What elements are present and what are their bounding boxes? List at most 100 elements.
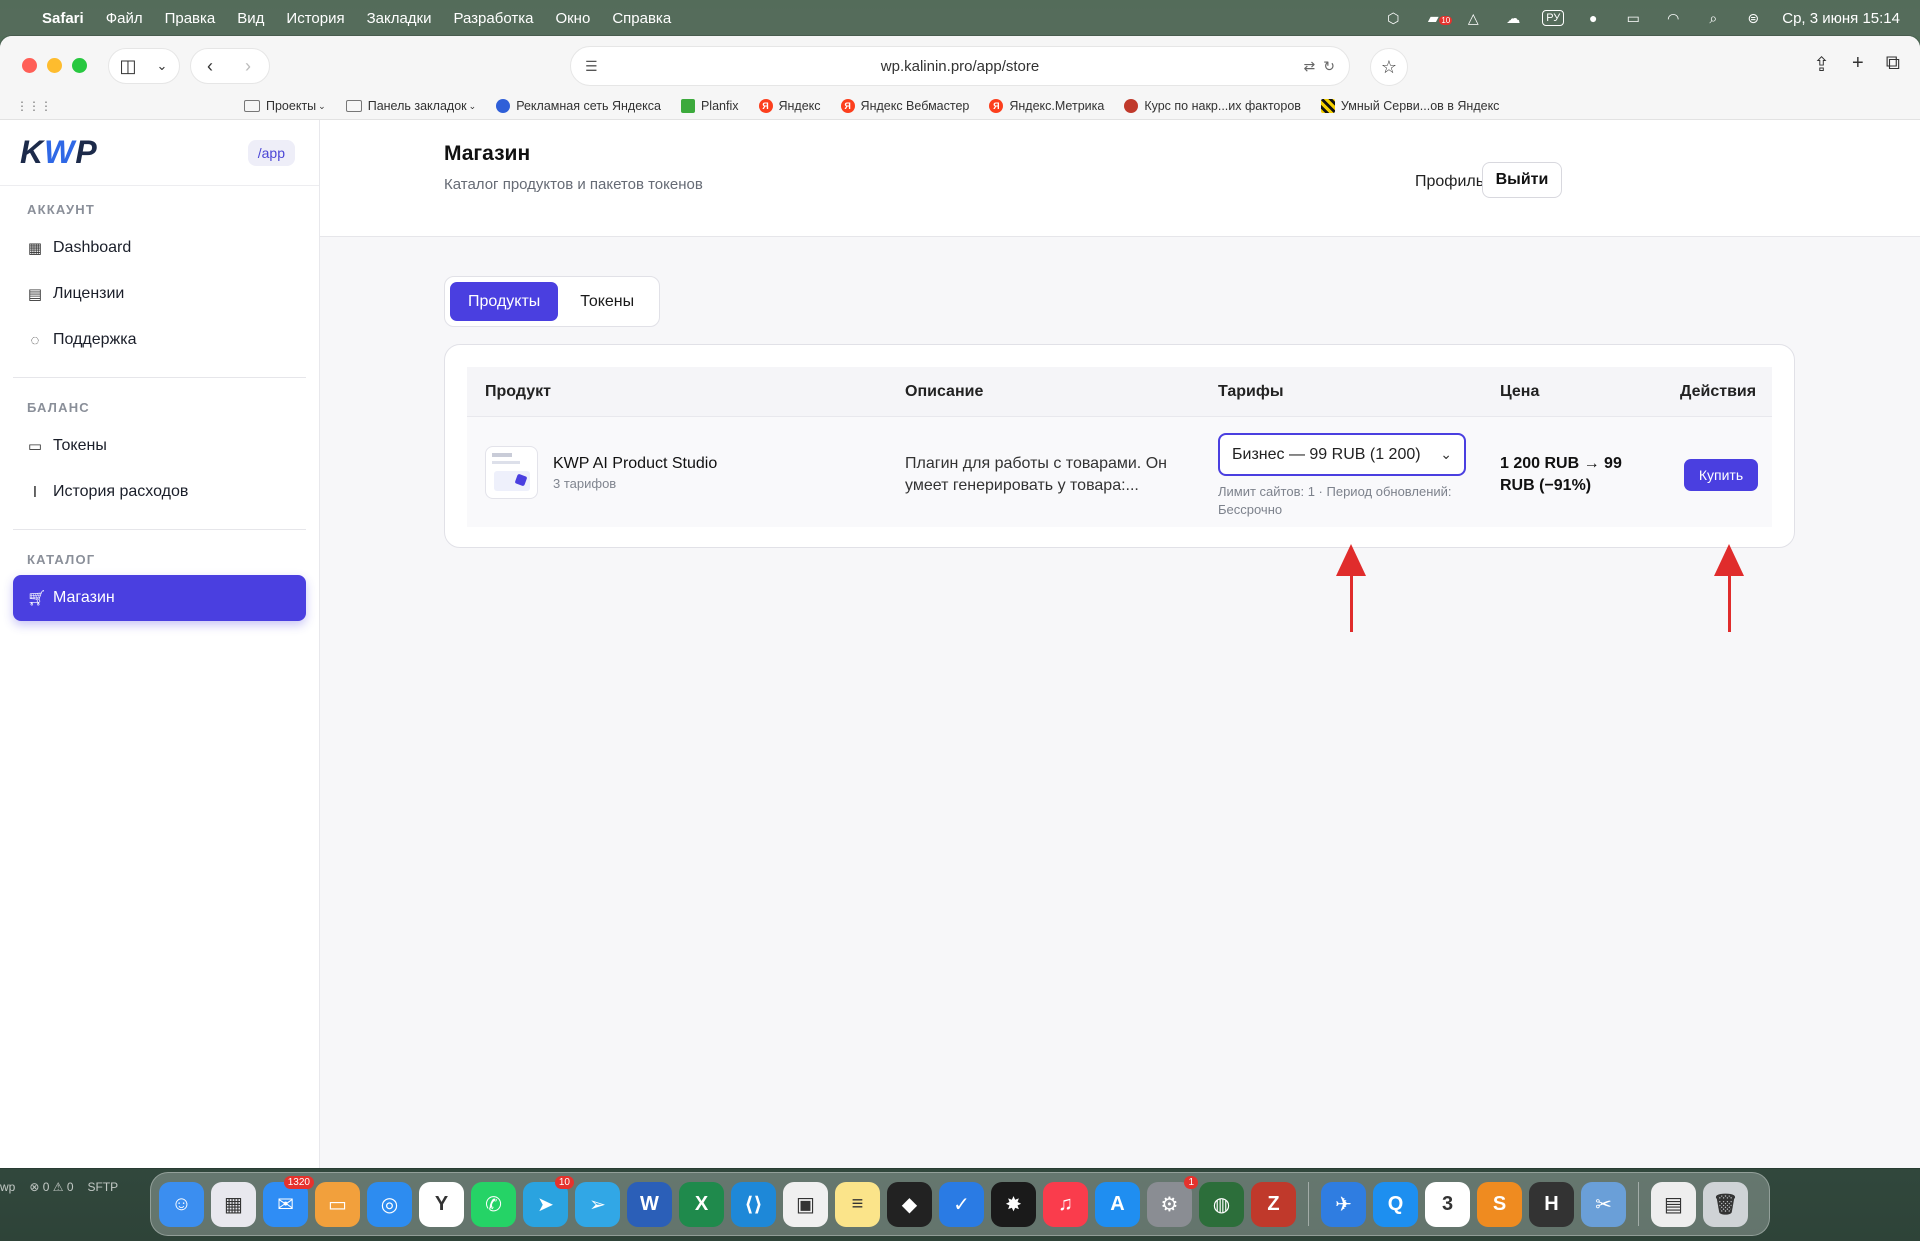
reload-icon[interactable]: ↻ bbox=[1323, 58, 1335, 75]
buy-button[interactable]: Купить bbox=[1684, 459, 1758, 491]
product-name[interactable]: KWP AI Product Studio bbox=[553, 455, 717, 473]
sun-app-icon[interactable]: ✸ bbox=[991, 1181, 1036, 1227]
settings-icon[interactable]: ⚙ 1 bbox=[1147, 1175, 1198, 1227]
terminal-icon[interactable]: ▣ bbox=[783, 1181, 828, 1227]
inbox-icon[interactable]: ▭ bbox=[315, 1181, 360, 1227]
bookmarks-grid-icon[interactable]: ⋮⋮⋮ bbox=[16, 99, 52, 113]
translate-icon[interactable]: ⇄ bbox=[1304, 58, 1316, 75]
menu-help[interactable]: Справка bbox=[612, 10, 671, 27]
safari-icon[interactable]: ◎ bbox=[367, 1181, 412, 1227]
cube-app-icon[interactable]: ◆ bbox=[887, 1181, 932, 1227]
menu-history[interactable]: История bbox=[286, 10, 344, 27]
whatsapp-icon[interactable]: ✆ bbox=[471, 1181, 516, 1227]
bookmark-item[interactable]: Рекламная сеть Яндекса bbox=[496, 99, 661, 113]
preview-icon[interactable]: ✂ bbox=[1581, 1181, 1626, 1227]
launchpad-icon[interactable]: ▦ bbox=[211, 1181, 256, 1227]
bookmark-item[interactable]: Я Яндекс Вебмастер bbox=[840, 99, 969, 113]
navigation-group: ‹ › bbox=[190, 48, 270, 84]
vscode-icon[interactable]: ⟨⟩ bbox=[731, 1181, 776, 1227]
profile-link[interactable]: Профиль bbox=[1415, 173, 1484, 191]
wifi-icon[interactable]: ◠ bbox=[1662, 10, 1684, 26]
bookmark-item[interactable]: Planfix bbox=[680, 99, 739, 113]
sidebar-item-history[interactable]: Ⅰ История расходов bbox=[13, 469, 306, 515]
excel-icon[interactable]: X bbox=[679, 1181, 724, 1227]
minimize-window-button[interactable] bbox=[47, 58, 62, 73]
trash-icon[interactable]: 🗑 bbox=[1703, 1181, 1748, 1227]
control-center-icon[interactable]: ⊜ bbox=[1742, 10, 1764, 26]
tab-overview-icon[interactable]: ⧉ bbox=[1886, 52, 1900, 77]
bookmark-item[interactable]: Проекты ⌄ bbox=[244, 99, 326, 113]
menu-view[interactable]: Вид bbox=[237, 10, 264, 27]
share-icon[interactable]: ⇪ bbox=[1813, 52, 1830, 77]
zoom-window-button[interactable] bbox=[72, 58, 87, 73]
menu-file[interactable]: Файл bbox=[106, 10, 143, 27]
music-icon[interactable]: ♫ bbox=[1043, 1181, 1088, 1227]
calendar-icon[interactable]: 3 bbox=[1425, 1181, 1470, 1227]
sidebar-section-catalog: КАТАЛОГ bbox=[27, 552, 96, 567]
document-icon[interactable]: ▤ bbox=[1651, 1181, 1696, 1227]
mail-icon[interactable]: ✉ 1320 bbox=[263, 1175, 314, 1227]
sidebar-divider bbox=[13, 377, 306, 378]
tasks-icon[interactable]: ✓ bbox=[939, 1181, 984, 1227]
user-status-icon[interactable]: ● bbox=[1582, 10, 1604, 26]
cloud-status-icon[interactable]: ☁ bbox=[1502, 10, 1524, 26]
globe-app-icon[interactable]: ◍ bbox=[1199, 1181, 1244, 1227]
sidebar-header: KWP /app bbox=[0, 120, 319, 186]
input-language-indicator[interactable]: РУ bbox=[1542, 10, 1565, 26]
telegram-x-icon[interactable]: ➢ bbox=[575, 1181, 620, 1227]
menu-bookmarks[interactable]: Закладки bbox=[367, 10, 432, 27]
chevron-down-icon[interactable]: ⌄ bbox=[147, 48, 177, 84]
back-arrow-icon[interactable]: ‹ bbox=[191, 48, 229, 84]
bookmark-item[interactable]: Курс по накр...их факторов bbox=[1124, 99, 1301, 113]
spotlight-search-icon[interactable]: ⌕ bbox=[1702, 10, 1724, 26]
bookmark-item[interactable]: Я Яндекс.Метрика bbox=[989, 99, 1104, 113]
dock-glyph: X bbox=[694, 1192, 709, 1215]
dock-glyph: ✸ bbox=[1005, 1193, 1022, 1216]
box-status-icon[interactable]: ⬡ bbox=[1382, 10, 1404, 26]
bookmark-item[interactable]: Умный Серви...ов в Яндекс bbox=[1320, 99, 1499, 113]
address-bar[interactable]: ☰ wp.kalinin.pro/app/store ⇄ ↻ bbox=[570, 46, 1350, 86]
notification-status-icon[interactable]: ▰ 10 bbox=[1422, 10, 1453, 26]
menu-window[interactable]: Окно bbox=[555, 10, 590, 27]
search-app-icon[interactable]: Q bbox=[1373, 1181, 1418, 1227]
bookmark-item[interactable]: Панель закладок ⌄ bbox=[345, 99, 476, 113]
close-window-button[interactable] bbox=[22, 58, 37, 73]
sublime-icon[interactable]: S bbox=[1477, 1181, 1522, 1227]
word-icon[interactable]: W bbox=[627, 1181, 672, 1227]
finder-icon[interactable]: ☺ bbox=[159, 1181, 204, 1227]
dock-glyph: Q bbox=[1387, 1192, 1404, 1215]
page-menu-icon[interactable]: ☰ bbox=[585, 58, 598, 75]
menu-edit[interactable]: Правка bbox=[165, 10, 216, 27]
bookmark-item[interactable]: Я Яндекс bbox=[758, 99, 821, 113]
sidebar-item-tokens[interactable]: ▭ Токены bbox=[13, 423, 306, 469]
sidebar-item-licenses[interactable]: ▤ Лицензии bbox=[13, 271, 306, 317]
yandex-browser-icon[interactable]: Y bbox=[419, 1181, 464, 1227]
battery-icon[interactable]: ▭ bbox=[1622, 10, 1644, 26]
sidebar-item-store[interactable]: 🛒︎ Магазин bbox=[13, 575, 306, 621]
menu-clock[interactable]: Ср, 3 июня 15:14 bbox=[1782, 10, 1900, 27]
kwp-logo[interactable]: KWP bbox=[20, 134, 98, 171]
drive-status-icon[interactable]: △ bbox=[1462, 10, 1484, 26]
tariff-select[interactable]: Бизнес — 99 RUB (1 200) ⌄ bbox=[1218, 433, 1466, 476]
sidebar-divider bbox=[13, 529, 306, 530]
new-tab-icon[interactable]: + bbox=[1852, 52, 1864, 77]
sidebar-item-dashboard[interactable]: ▦ Dashboard bbox=[13, 225, 306, 271]
menu-app-name[interactable]: Safari bbox=[42, 10, 84, 27]
h-app-icon[interactable]: H bbox=[1529, 1181, 1574, 1227]
notes-icon[interactable]: ≡ bbox=[835, 1181, 880, 1227]
tab-tokens[interactable]: Токены bbox=[562, 282, 652, 321]
forward-arrow-icon[interactable]: › bbox=[229, 48, 267, 84]
app-store-icon[interactable]: A bbox=[1095, 1181, 1140, 1227]
bird-app-icon[interactable]: ✈ bbox=[1321, 1181, 1366, 1227]
sidebar-item-support[interactable]: ◌ Поддержка bbox=[13, 317, 306, 363]
menu-develop[interactable]: Разработка bbox=[454, 10, 534, 27]
filezilla-icon[interactable]: Z bbox=[1251, 1181, 1296, 1227]
history-icon: Ⅰ bbox=[32, 484, 38, 501]
bookmarks-bar: ⋮⋮⋮ Проекты ⌄ Панель закладок ⌄ Рекламная … bbox=[0, 92, 1920, 120]
dock-glyph: Y bbox=[434, 1192, 449, 1215]
logout-button[interactable]: Выйти bbox=[1482, 162, 1562, 198]
tab-products[interactable]: Продукты bbox=[450, 282, 559, 321]
telegram-icon[interactable]: ➤ 10 bbox=[523, 1175, 574, 1227]
bookmark-star-icon[interactable]: ☆ bbox=[1370, 48, 1408, 86]
sidebar-toggle-icon[interactable]: ◫ bbox=[109, 48, 147, 84]
